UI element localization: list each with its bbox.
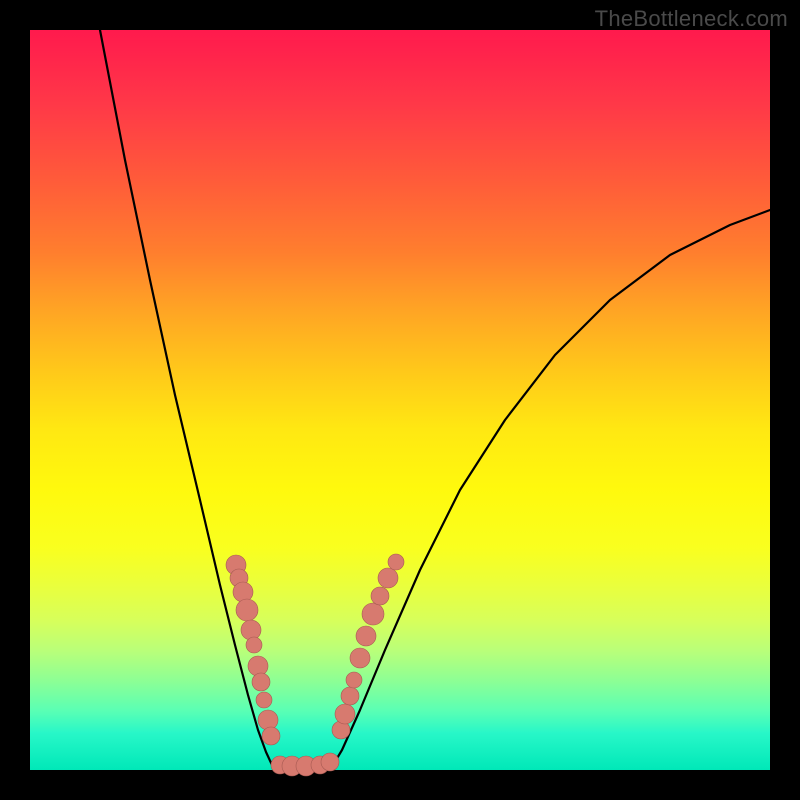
data-points — [226, 554, 404, 776]
data-point — [236, 599, 258, 621]
data-point — [256, 692, 272, 708]
data-point — [248, 656, 268, 676]
bottleneck-curve — [100, 30, 770, 770]
curve-layer — [30, 30, 770, 770]
data-point — [258, 710, 278, 730]
data-point — [362, 603, 384, 625]
data-point — [378, 568, 398, 588]
data-point — [341, 687, 359, 705]
data-point — [371, 587, 389, 605]
chart-frame: TheBottleneck.com — [0, 0, 800, 800]
data-point — [335, 704, 355, 724]
data-point — [388, 554, 404, 570]
data-point — [262, 727, 280, 745]
data-point — [252, 673, 270, 691]
data-point — [233, 582, 253, 602]
data-point — [246, 637, 262, 653]
data-point — [356, 626, 376, 646]
data-point — [321, 753, 339, 771]
watermark-text: TheBottleneck.com — [595, 6, 788, 32]
data-point — [350, 648, 370, 668]
data-point — [241, 620, 261, 640]
plot-area — [30, 30, 770, 770]
data-point — [346, 672, 362, 688]
